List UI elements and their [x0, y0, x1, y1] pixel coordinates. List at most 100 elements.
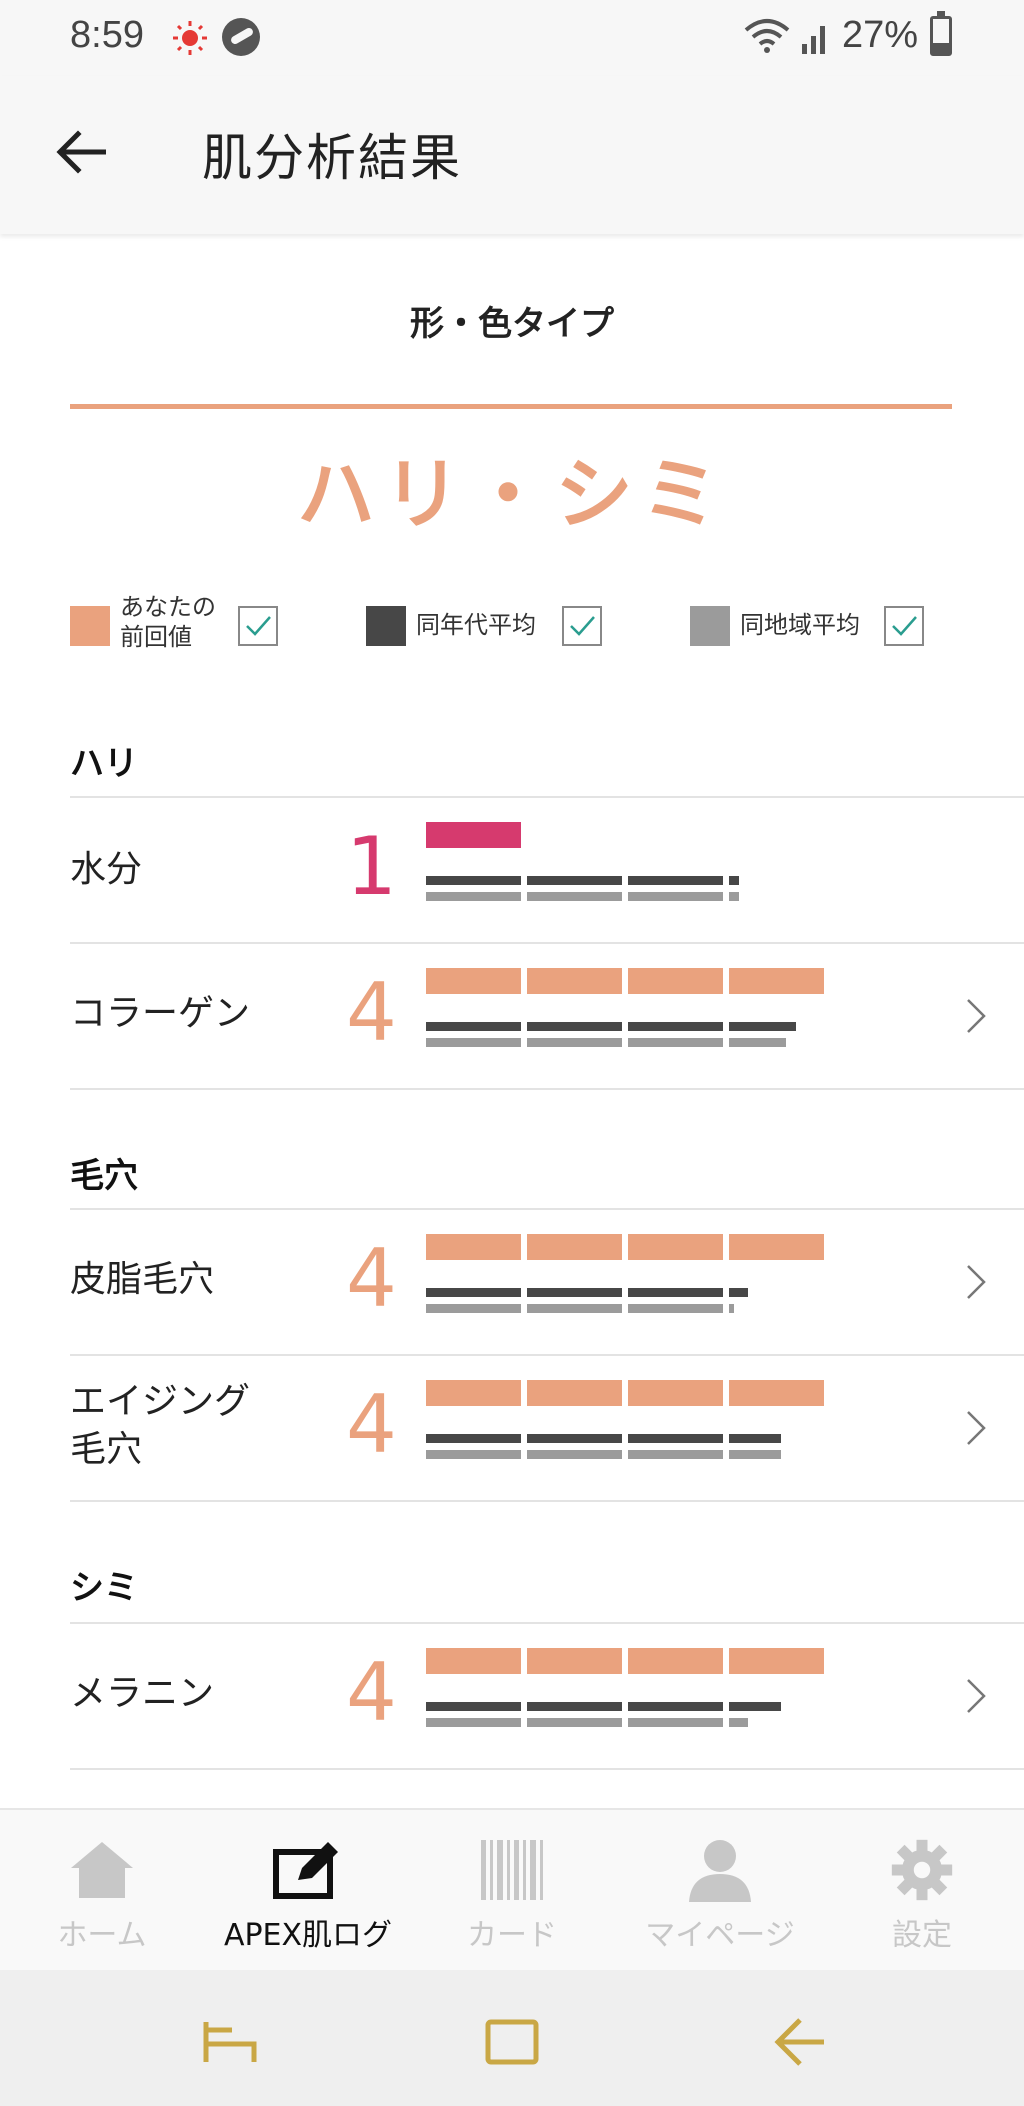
- bar-age-average: [628, 1288, 723, 1297]
- bar-previous-value: [527, 1234, 622, 1260]
- metric-score: 4: [346, 1378, 397, 1471]
- bar-previous-value: [628, 1380, 723, 1406]
- metric-row-moisture: 水分 1: [0, 798, 1024, 942]
- nav-item-home[interactable]: ホーム: [30, 1810, 174, 1972]
- home-button-icon[interactable]: [480, 2010, 544, 2074]
- bar-previous-value: [628, 968, 723, 994]
- bar-previous-value: [729, 968, 824, 994]
- metric-score: 4: [346, 1232, 397, 1325]
- bar-age-average: [527, 1702, 622, 1711]
- battery-percent: 27%: [842, 14, 919, 56]
- check-icon: [570, 616, 595, 636]
- page-title: 肌分析結果: [202, 129, 462, 187]
- check-icon: [892, 616, 917, 636]
- metric-label: コラーゲン: [70, 993, 251, 1034]
- bar-region-average: [628, 1038, 723, 1047]
- bar-region-average: [628, 1718, 723, 1727]
- barcode-icon: [481, 1840, 543, 1900]
- bottom-nav: ホーム APEX肌ログ カード マイページ 設定: [0, 1808, 1024, 1970]
- bar-age-average: [426, 1022, 521, 1031]
- bar-previous-value: [729, 1234, 824, 1260]
- system-nav-bar: [0, 1970, 1024, 2106]
- divider: [70, 1088, 1024, 1090]
- bar-previous-value: [426, 968, 521, 994]
- legend-item-region-average: 同地域平均: [690, 590, 930, 658]
- recent-apps-icon[interactable]: [198, 2010, 262, 2074]
- metric-score: 4: [346, 1646, 397, 1739]
- nav-item-card[interactable]: カード: [440, 1810, 584, 1972]
- bar-age-average: [527, 1434, 622, 1443]
- home-icon: [71, 1842, 133, 1898]
- bar-region-average: [729, 1304, 734, 1313]
- bar-age-average: [628, 1434, 723, 1443]
- bar-region-average: [426, 1038, 521, 1047]
- metric-bars: [426, 822, 826, 922]
- bar-region-average: [628, 892, 723, 901]
- legend-item-previous: あなたの 前回値: [70, 590, 290, 658]
- group-heading-pores: 毛穴: [70, 1156, 138, 1196]
- bar-region-average: [729, 1450, 782, 1459]
- legend-checkbox-region-average[interactable]: [884, 606, 924, 646]
- nav-label: APEX肌ログ: [223, 1918, 393, 1953]
- metric-bars: [426, 1234, 826, 1334]
- divider: [70, 1500, 1024, 1502]
- type-result: ハリ・シミ: [296, 450, 727, 540]
- bar-age-average: [527, 876, 622, 885]
- bar-region-average: [527, 1718, 622, 1727]
- bar-age-average: [729, 876, 739, 885]
- bar-previous-value: [426, 1234, 521, 1260]
- metric-row-melanin[interactable]: メラニン 4: [0, 1624, 1024, 1768]
- bar-previous-value: [527, 968, 622, 994]
- nav-item-settings[interactable]: 設定: [850, 1810, 994, 1972]
- group-heading-spots: シミ: [70, 1568, 138, 1608]
- group-heading-hari: ハリ: [70, 744, 138, 784]
- bar-age-average: [729, 1288, 748, 1297]
- status-time: 8:59: [70, 14, 144, 56]
- legend-swatch: [70, 606, 110, 646]
- metric-row-sebum-pores[interactable]: 皮脂毛穴 4: [0, 1210, 1024, 1354]
- battery-icon: [930, 11, 952, 56]
- chevron-right-icon: [967, 1265, 986, 1299]
- bar-age-average: [729, 1022, 796, 1031]
- nav-item-apex-log[interactable]: APEX肌ログ: [200, 1810, 416, 1972]
- chevron-right-icon: [967, 1411, 986, 1445]
- legend-item-age-average: 同年代平均: [366, 590, 606, 658]
- bar-region-average: [527, 1038, 622, 1047]
- divider: [70, 404, 952, 409]
- bar-region-average: [426, 892, 521, 901]
- nav-item-mypage[interactable]: マイページ: [620, 1810, 820, 1972]
- back-button-icon[interactable]: [768, 2010, 832, 2074]
- nav-label: ホーム: [57, 1918, 147, 1953]
- bar-previous-value: [729, 1648, 824, 1674]
- metric-row-collagen[interactable]: コラーゲン 4: [0, 944, 1024, 1088]
- legend-swatch: [366, 606, 406, 646]
- metric-label: エイジング 毛穴: [70, 1381, 251, 1470]
- legend-checkbox-age-average[interactable]: [562, 606, 602, 646]
- check-icon: [246, 616, 271, 636]
- metric-label: 皮脂毛穴: [70, 1259, 215, 1300]
- bar-previous-value: [426, 1380, 521, 1406]
- edit-log-icon: [273, 1842, 338, 1899]
- bar-region-average: [527, 1450, 622, 1459]
- legend-checkbox-previous[interactable]: [238, 606, 278, 646]
- chevron-right-icon: [967, 1679, 986, 1713]
- bar-age-average: [628, 1702, 723, 1711]
- bar-region-average: [426, 1450, 521, 1459]
- metric-bars: [426, 968, 826, 1068]
- back-arrow-icon[interactable]: [50, 120, 114, 184]
- bar-age-average: [426, 876, 521, 885]
- app-notification-icon: [222, 18, 260, 56]
- gear-icon: [891, 1839, 953, 1901]
- metric-score: 1: [346, 820, 397, 913]
- bar-region-average: [628, 1304, 723, 1313]
- metric-row-aging-pores[interactable]: エイジング 毛穴 4: [0, 1356, 1024, 1500]
- metric-score: 4: [346, 966, 397, 1059]
- nav-label: 設定: [892, 1918, 952, 1953]
- bar-region-average: [426, 1718, 521, 1727]
- person-icon: [689, 1840, 751, 1902]
- metric-bars: [426, 1380, 826, 1480]
- bar-age-average: [729, 1702, 782, 1711]
- legend-label: あなたの 前回値: [120, 593, 216, 651]
- bar-previous-value: [729, 1380, 824, 1406]
- bar-age-average: [527, 1288, 622, 1297]
